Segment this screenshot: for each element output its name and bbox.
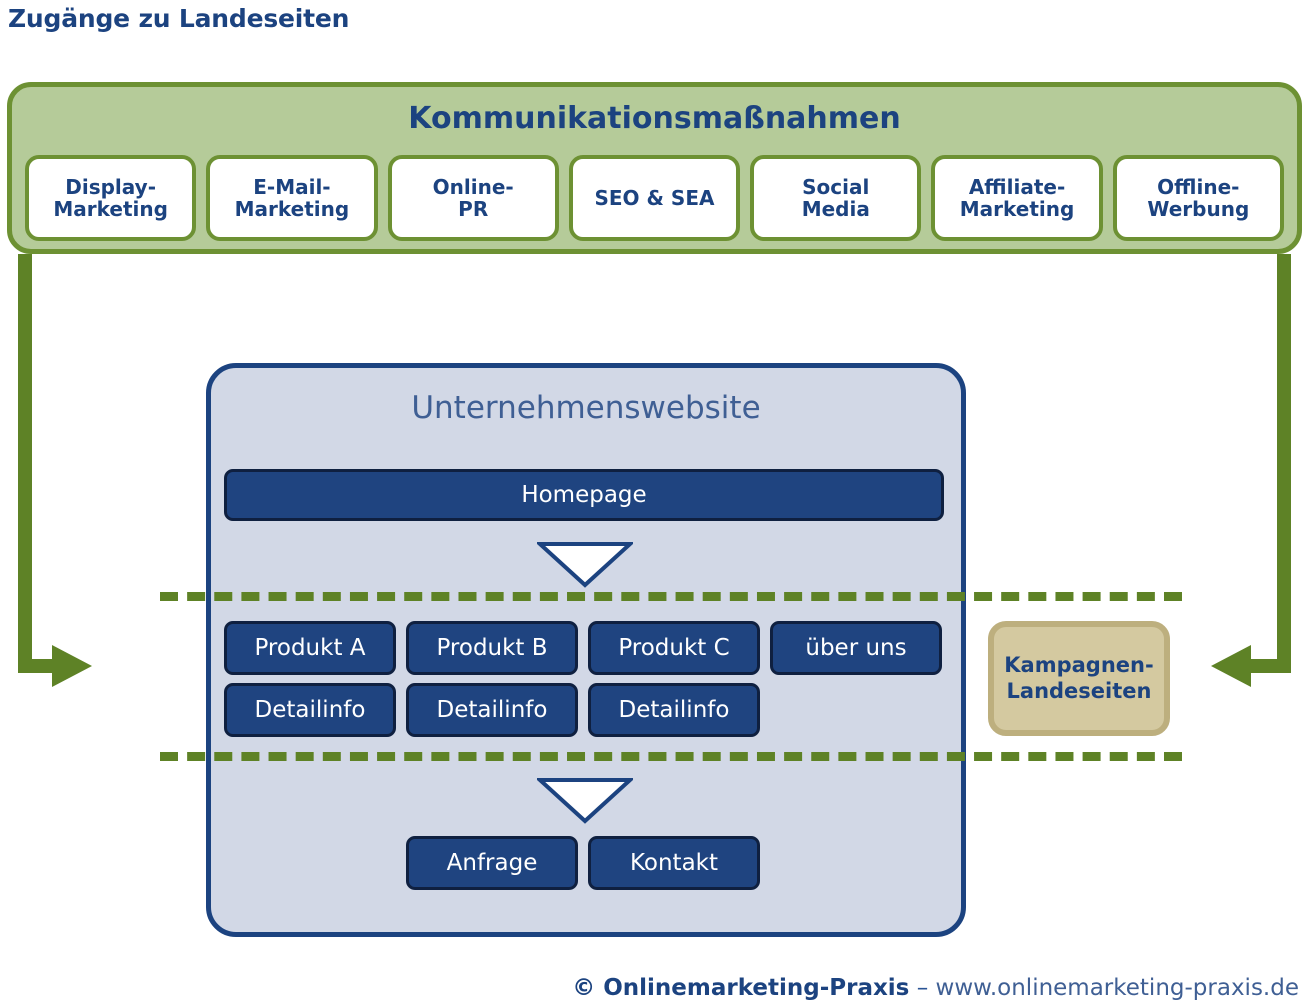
landing-zone-line-top [160,592,1182,601]
flow-arrow-down-top-icon [534,540,636,588]
node-kontakt[interactable]: Kontakt [588,836,760,890]
connector-arrow-right-stem [1277,254,1291,673]
connector-arrow-left-stem [18,254,32,673]
channel-box-offline-werbung[interactable]: Offline- Werbung [1112,155,1284,241]
communication-measures-panel: Kommunikationsmaßnahmen Display- Marketin… [7,82,1302,254]
node-detailinfo-a[interactable]: Detailinfo [224,683,396,737]
channel-box-online-pr[interactable]: Online- PR [387,155,559,241]
node-produkt-a[interactable]: Produkt A [224,621,396,675]
footer-brand: © Onlinemarketing-Praxis [572,975,910,1001]
node-detailinfo-c[interactable]: Detailinfo [588,683,760,737]
channel-box-seo-sea[interactable]: SEO & SEA [568,155,741,241]
node-produkt-b[interactable]: Produkt B [406,621,578,675]
page-title: Zugänge zu Landeseiten [8,4,350,33]
node-detailinfo-b[interactable]: Detailinfo [406,683,578,737]
campaign-landing-pages-box[interactable]: Kampagnen- Landeseiten [988,621,1170,736]
channel-box-display-marketing[interactable]: Display- Marketing [25,155,197,241]
node-produkt-c[interactable]: Produkt C [588,621,760,675]
company-website-title: Unternehmenswebsite [411,390,761,426]
footer-url: www.onlinemarketing-praxis.de [935,975,1299,1001]
flow-arrow-down-bottom-icon [534,776,636,824]
channel-box-affiliate-marketing[interactable]: Affiliate- Marketing [931,155,1103,241]
channel-box-social-media[interactable]: Social Media [750,155,922,241]
footer-credit: © Onlinemarketing-Praxis – www.onlinemar… [572,975,1299,1001]
connector-arrow-left-head-icon [52,645,92,687]
channel-box-email-marketing[interactable]: E-Mail- Marketing [206,155,378,241]
measures-panel-title: Kommunikationsmaßnahmen [408,101,901,136]
node-ueber-uns[interactable]: über uns [770,621,942,675]
channel-box-row: Display- Marketing E-Mail- Marketing Onlin… [25,155,1284,241]
node-homepage[interactable]: Homepage [224,469,944,521]
connector-arrow-right-head-icon [1211,645,1251,687]
landing-zone-line-bottom [160,752,1182,761]
footer-separator: – [909,975,936,1001]
node-anfrage[interactable]: Anfrage [406,836,578,890]
connector-arrow-right-shaft [1251,659,1291,673]
